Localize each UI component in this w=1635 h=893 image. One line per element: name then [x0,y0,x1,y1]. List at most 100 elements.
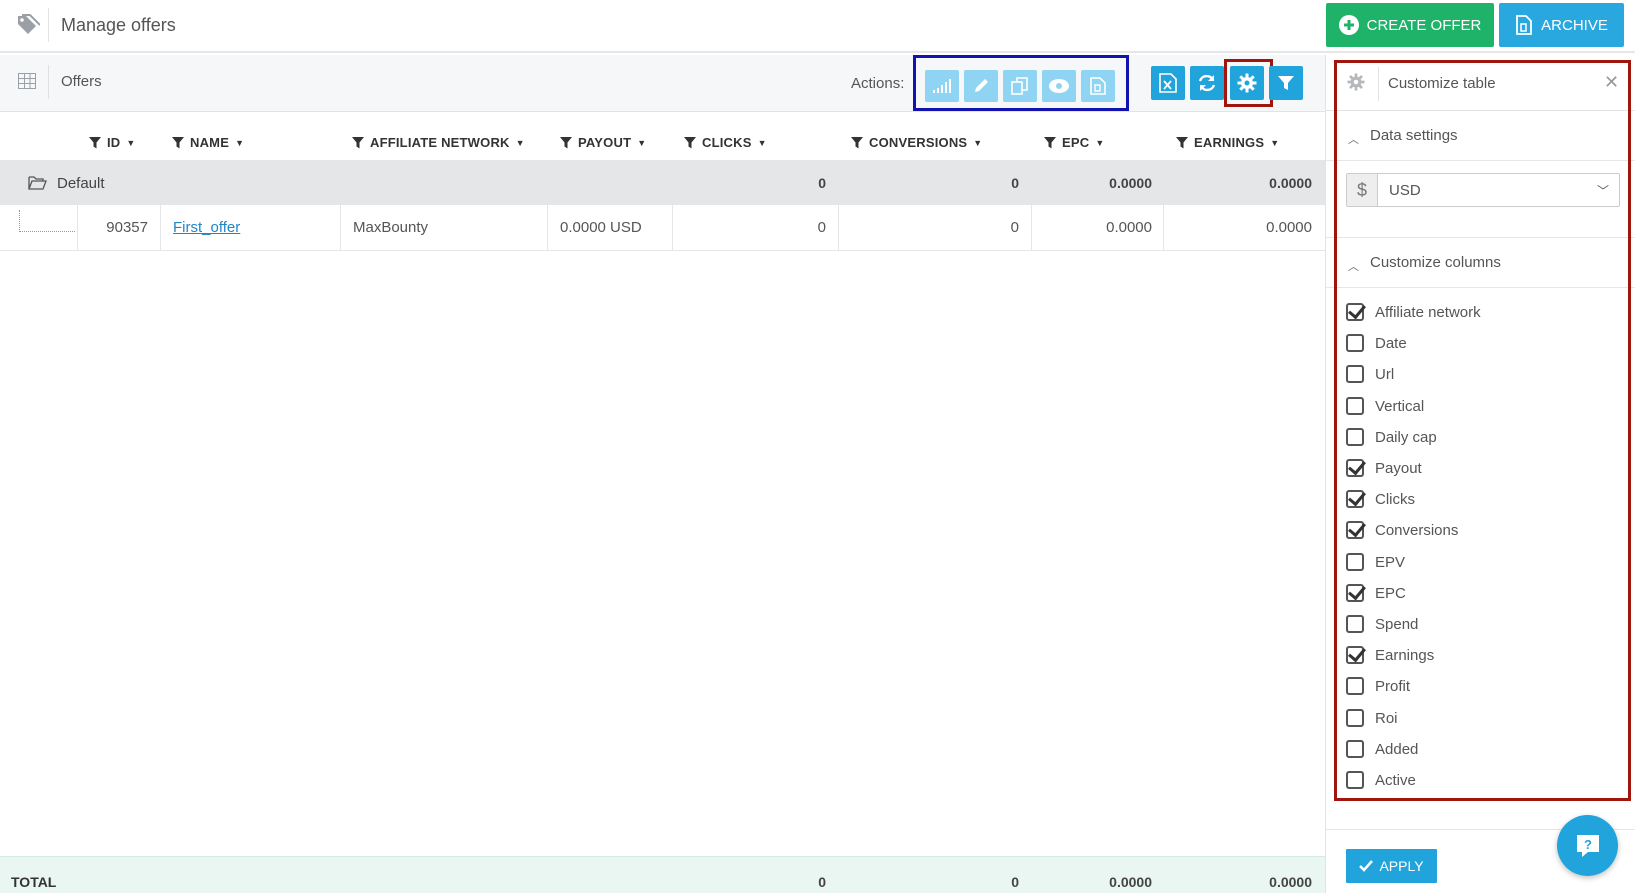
cell-id: 90357 [106,219,148,236]
page-title: Manage offers [61,15,176,35]
total-epc: 0.0000 [1109,874,1152,890]
column-header-payout[interactable]: PAYOUT ▼ [560,135,646,150]
column-header-conversions[interactable]: CONVERSIONS ▼ [851,135,982,150]
column-header-id[interactable]: ID ▼ [89,135,136,150]
cell-clicks: 0 [817,219,826,236]
plus-circle-icon [1338,15,1359,35]
filter-icon [89,136,101,148]
total-row: TOTAL 0 0 0.0000 0.0000 [0,856,1325,893]
offer-name-link[interactable]: First_offer [173,219,240,236]
group-name: Default [57,175,105,192]
cell-epc: 0.0000 [1106,219,1152,236]
column-label: PAYOUT [578,135,632,150]
filter-icon [1278,76,1294,90]
group-clicks: 0 [818,175,826,191]
archive-file-icon [1090,77,1106,95]
group-conversions: 0 [1011,175,1019,191]
cell-divider [1163,205,1164,251]
sort-caret-icon: ▼ [637,137,647,148]
column-label: CLICKS [702,135,752,150]
help-chat-button[interactable]: ? [1557,815,1618,876]
group-row-default[interactable]: Default 0 0 0.0000 0.0000 [0,160,1325,205]
filter-icon [851,136,863,148]
toolbar-divider [48,65,49,99]
settings-button-highlight [1224,59,1273,107]
tags-icon [18,14,40,34]
toolbar-title: Offers [61,73,102,90]
column-label: EARNINGS [1194,135,1265,150]
check-icon [1359,860,1374,872]
edit-action-button[interactable] [964,70,998,102]
group-epc: 0.0000 [1109,175,1152,191]
cell-affiliate-network: MaxBounty [353,219,429,236]
folder-open-icon [28,176,47,190]
column-header-clicks[interactable]: CLICKS ▼ [684,135,767,150]
column-header-affiliate-network[interactable]: AFFILIATE NETWORK ▼ [352,135,525,150]
archive-label: ARCHIVE [1541,16,1608,34]
column-header-epc[interactable]: EPC ▼ [1044,135,1104,150]
table-header: ID ▼ NAME ▼ AFFILIATE NETWORK ▼ PAYOUT ▼… [0,125,1325,160]
total-label: TOTAL [11,874,57,890]
filter-icon [352,136,364,148]
tree-connector [19,210,75,232]
cell-conversions: 0 [1010,219,1019,236]
total-conversions: 0 [1011,874,1019,890]
cell-earnings: 0.0000 [1266,219,1312,236]
export-excel-button[interactable] [1151,66,1185,100]
cell-divider [672,205,673,251]
apply-button[interactable]: APPLY [1346,849,1437,883]
filter-icon [1044,136,1056,148]
column-label: CONVERSIONS [869,135,968,150]
cell-divider [1031,205,1032,251]
column-header-name[interactable]: NAME ▼ [172,135,244,150]
column-label: NAME [190,135,230,150]
filter-icon [172,136,184,148]
help-chat-icon: ? [1576,834,1599,857]
actions-label: Actions: [851,75,905,92]
apply-label: APPLY [1379,858,1424,874]
table-grid-icon [18,73,36,89]
svg-text:?: ? [1584,837,1592,852]
sort-caret-icon: ▼ [757,137,767,148]
group-earnings: 0.0000 [1269,175,1312,191]
total-clicks: 0 [818,874,826,890]
create-offer-button[interactable]: CREATE OFFER [1326,3,1494,47]
sort-caret-icon: ▼ [235,137,245,148]
sort-caret-icon: ▼ [1095,137,1105,148]
column-label: AFFILIATE NETWORK [370,135,510,150]
archive-action-button[interactable] [1081,70,1115,102]
filter-icon [684,136,696,148]
actions-group-highlight [913,55,1129,111]
cell-payout: 0.0000 USD [560,219,642,236]
bar-chart-icon [933,79,951,93]
cell-divider [340,205,341,251]
filter-icon [560,136,572,148]
stats-action-button[interactable] [925,70,959,102]
view-action-button[interactable] [1042,70,1076,102]
sort-caret-icon: ▼ [1270,137,1280,148]
column-header-earnings[interactable]: EARNINGS ▼ [1176,135,1279,150]
column-label: EPC [1062,135,1090,150]
table-toolbar: Offers Actions: [0,55,1325,112]
header-divider [48,8,49,42]
archive-button[interactable]: ARCHIVE [1499,3,1624,47]
clone-action-button[interactable] [1003,70,1037,102]
pencil-icon [975,79,988,92]
cell-divider [547,205,548,251]
sort-caret-icon: ▼ [126,137,136,148]
customize-panel-highlight [1334,60,1631,801]
copy-icon [1011,77,1028,95]
filter-button[interactable] [1269,66,1303,100]
cell-divider [77,205,78,251]
total-earnings: 0.0000 [1269,874,1312,890]
eye-icon [1049,79,1069,93]
sort-caret-icon: ▼ [515,137,525,148]
column-label: ID [107,135,121,150]
filter-icon [1176,136,1188,148]
table-row[interactable]: 90357 First_offer MaxBounty 0.0000 USD 0… [0,205,1325,251]
create-offer-label: CREATE OFFER [1366,16,1482,34]
refresh-icon [1198,74,1216,92]
refresh-button[interactable] [1190,66,1224,100]
archive-file-icon [1516,15,1533,35]
sort-caret-icon: ▼ [973,137,983,148]
